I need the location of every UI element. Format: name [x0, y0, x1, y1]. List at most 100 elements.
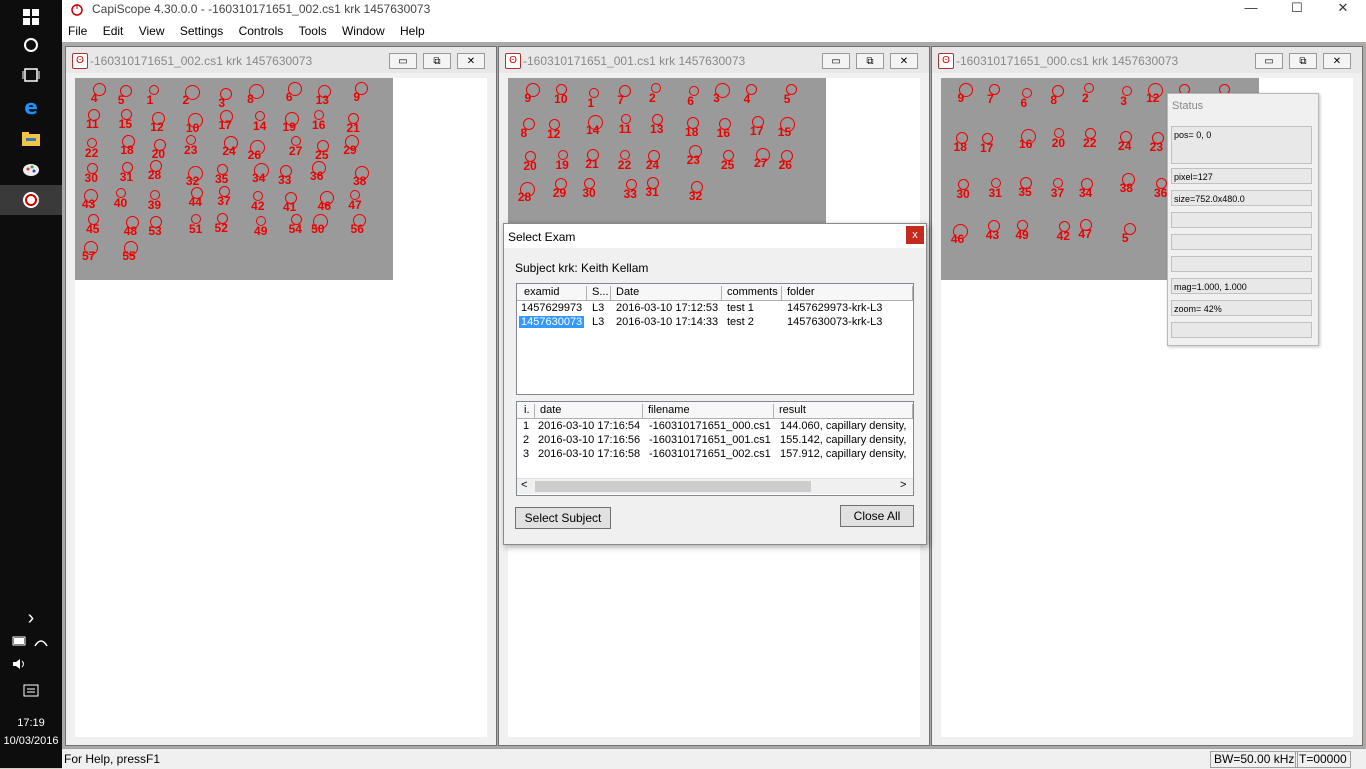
capiscope-taskbar-icon[interactable] — [0, 185, 62, 215]
status-pos: pos= 0, 0 — [1171, 126, 1312, 164]
capillary-label: 54 — [288, 221, 302, 236]
capillary-label: 11 — [86, 116, 99, 131]
window-close-button[interactable]: ✕ — [457, 53, 485, 69]
image-client-area[interactable]: 4 5 1 2 3 8 6 13 9 11 15 12 10 17 14 19 16 21 22 18 20 23 24 26… — [75, 78, 487, 737]
file-row[interactable]: 1 2016-03-10 17:16:54 -160310171651_000.… — [517, 420, 913, 434]
capillary-label: 5 — [1121, 231, 1129, 246]
status-panel[interactable]: Status pos= 0, 0 pixel=127 size=752.0x48… — [1167, 93, 1319, 346]
col-folder[interactable]: folder — [782, 286, 913, 300]
capillary-label: 51 — [188, 221, 203, 236]
capillary-label: 35 — [1018, 185, 1032, 200]
task-view-icon[interactable] — [0, 60, 62, 90]
file-explorer-icon[interactable] — [0, 124, 62, 154]
edge-browser-icon[interactable]: e — [0, 92, 62, 122]
select-exam-dialog[interactable]: Select Exam x Subject krk: Keith Kellam … — [503, 223, 927, 545]
exam-row-selected[interactable]: 1457630073 L3 2016-03-10 17:14:33 test 2… — [517, 316, 913, 330]
window-title-bar[interactable]: ʘ -160310171651_002.cs1 krk 1457630073 ▭… — [66, 47, 496, 73]
app-title: CapiScope 4.30.0.0 - -160310171651_002.c… — [92, 2, 431, 16]
status-size: size=752.0x480.0 — [1171, 190, 1312, 206]
exam-row[interactable]: 1457629973 L3 2016-03-10 17:12:53 test 1… — [517, 302, 913, 316]
window-close-button[interactable]: ✕ — [890, 53, 918, 69]
scroll-thumb[interactable] — [535, 481, 811, 492]
help-hint: For Help, pressF1 — [64, 752, 161, 766]
capillary-label: 28 — [147, 168, 162, 182]
capillary-label: 14 — [253, 119, 267, 133]
file-list[interactable]: i. date filename result 1 2016-03-10 17:… — [516, 401, 914, 496]
menu-edit[interactable]: Edit — [97, 22, 130, 40]
capillary-label: 43 — [985, 227, 1000, 242]
capillary-label: 18 — [120, 143, 134, 158]
menu-window[interactable]: Window — [336, 22, 391, 40]
window-minimize-button[interactable]: ▭ — [1255, 53, 1283, 69]
menu-view[interactable]: View — [133, 22, 171, 40]
capillary-label: 46 — [317, 198, 332, 213]
col-examid[interactable]: examid — [519, 286, 587, 300]
col-filename[interactable]: filename — [643, 404, 774, 418]
capillary-label: 5 — [783, 91, 791, 106]
col-date[interactable]: Date — [611, 286, 722, 300]
capillary-label: 38 — [1119, 181, 1133, 196]
menu-file[interactable]: File — [62, 22, 93, 40]
dialog-close-button[interactable]: x — [906, 226, 924, 244]
exam-list[interactable]: examid S... Date comments folder 1457629… — [516, 283, 914, 395]
capillary-label: 33 — [623, 187, 637, 202]
image-window-002[interactable]: ʘ -160310171651_002.cs1 krk 1457630073 ▭… — [65, 46, 497, 746]
capillary-label: 16 — [716, 126, 730, 141]
horizontal-scrollbar[interactable]: < > — [517, 478, 913, 494]
col-result[interactable]: result — [774, 404, 913, 418]
col-file-date[interactable]: date — [535, 404, 643, 418]
col-comments[interactable]: comments — [722, 286, 782, 300]
taskbar-date[interactable]: 10/03/2016 — [0, 735, 62, 747]
menu-tools[interactable]: Tools — [293, 22, 333, 40]
capillary-image[interactable]: 9 10 1 7 2 6 3 4 5 8 12 14 11 13 18 16 17 15 20 19 21 22 24 23 2… — [508, 78, 826, 224]
capillary-label: 31 — [988, 186, 1002, 201]
capillary-label: 39 — [147, 197, 162, 212]
window-restore-button[interactable]: ⧉ — [1289, 53, 1317, 69]
capillary-label: 1 — [587, 95, 595, 110]
close-all-button[interactable]: Close All — [840, 505, 914, 527]
capillary-image[interactable]: 4 5 1 2 3 8 6 13 9 11 15 12 10 17 14 19 16 21 22 18 20 23 24 26… — [75, 78, 393, 280]
file-row[interactable]: 3 2016-03-10 17:16:58 -160310171651_002.… — [517, 448, 913, 462]
window-title-bar[interactable]: ʘ -160310171651_001.cs1 krk 1457630073 ▭… — [499, 47, 929, 73]
close-button[interactable]: ✕ — [1320, 0, 1366, 16]
scroll-left-button[interactable]: < — [521, 479, 527, 491]
dialog-title-bar[interactable]: Select Exam x — [504, 224, 926, 248]
paint-icon[interactable] — [0, 154, 62, 184]
file-date: 2016-03-10 17:16:58 — [538, 448, 641, 460]
select-subject-button[interactable]: Select Subject — [515, 507, 611, 529]
capillary-label: 28 — [517, 189, 532, 204]
taskbar-time[interactable]: 17:19 — [0, 717, 62, 729]
col-index[interactable]: i. — [519, 404, 535, 418]
volume-icon[interactable] — [0, 652, 62, 676]
maximize-button[interactable]: ☐ — [1274, 0, 1320, 16]
window-minimize-button[interactable]: ▭ — [389, 53, 417, 69]
subject-label: Subject krk: Keith Kellam — [515, 261, 649, 275]
menu-settings[interactable]: Settings — [174, 22, 229, 40]
capillary-label: 16 — [1019, 136, 1033, 151]
status-mag: mag=1.000, 1.000 — [1171, 278, 1312, 294]
capillary-label: 2 — [649, 91, 656, 106]
chevron-glyph: › — [27, 606, 35, 629]
window-restore-button[interactable]: ⧉ — [856, 53, 884, 69]
battery-network-icons[interactable] — [0, 628, 62, 654]
cortana-icon[interactable] — [0, 30, 62, 60]
window-restore-button[interactable]: ⧉ — [423, 53, 451, 69]
window-title-bar[interactable]: ʘ -160310171651_000.cs1 krk 1457630073 ▭… — [932, 47, 1362, 73]
capillary-label: 11 — [618, 122, 632, 137]
status-empty-field — [1171, 256, 1312, 272]
capillary-label: 2 — [182, 92, 190, 107]
menu-help[interactable]: Help — [394, 22, 431, 40]
capillary-label: 49 — [1015, 228, 1029, 243]
file-row[interactable]: 2 2016-03-10 17:16:56 -160310171651_001.… — [517, 434, 913, 448]
capillary-label: 6 — [1020, 95, 1028, 110]
menu-controls[interactable]: Controls — [233, 22, 290, 40]
capillary-label: 26 — [247, 147, 262, 162]
window-close-button[interactable]: ✕ — [1323, 53, 1351, 69]
scroll-right-button[interactable]: > — [900, 479, 906, 491]
col-s[interactable]: S... — [587, 286, 611, 300]
minimize-button[interactable]: — — [1228, 0, 1274, 16]
windows-start-icon[interactable] — [0, 2, 62, 32]
capillary-label: 29 — [343, 143, 357, 158]
action-center-icon[interactable] — [0, 680, 62, 704]
window-minimize-button[interactable]: ▭ — [822, 53, 850, 69]
